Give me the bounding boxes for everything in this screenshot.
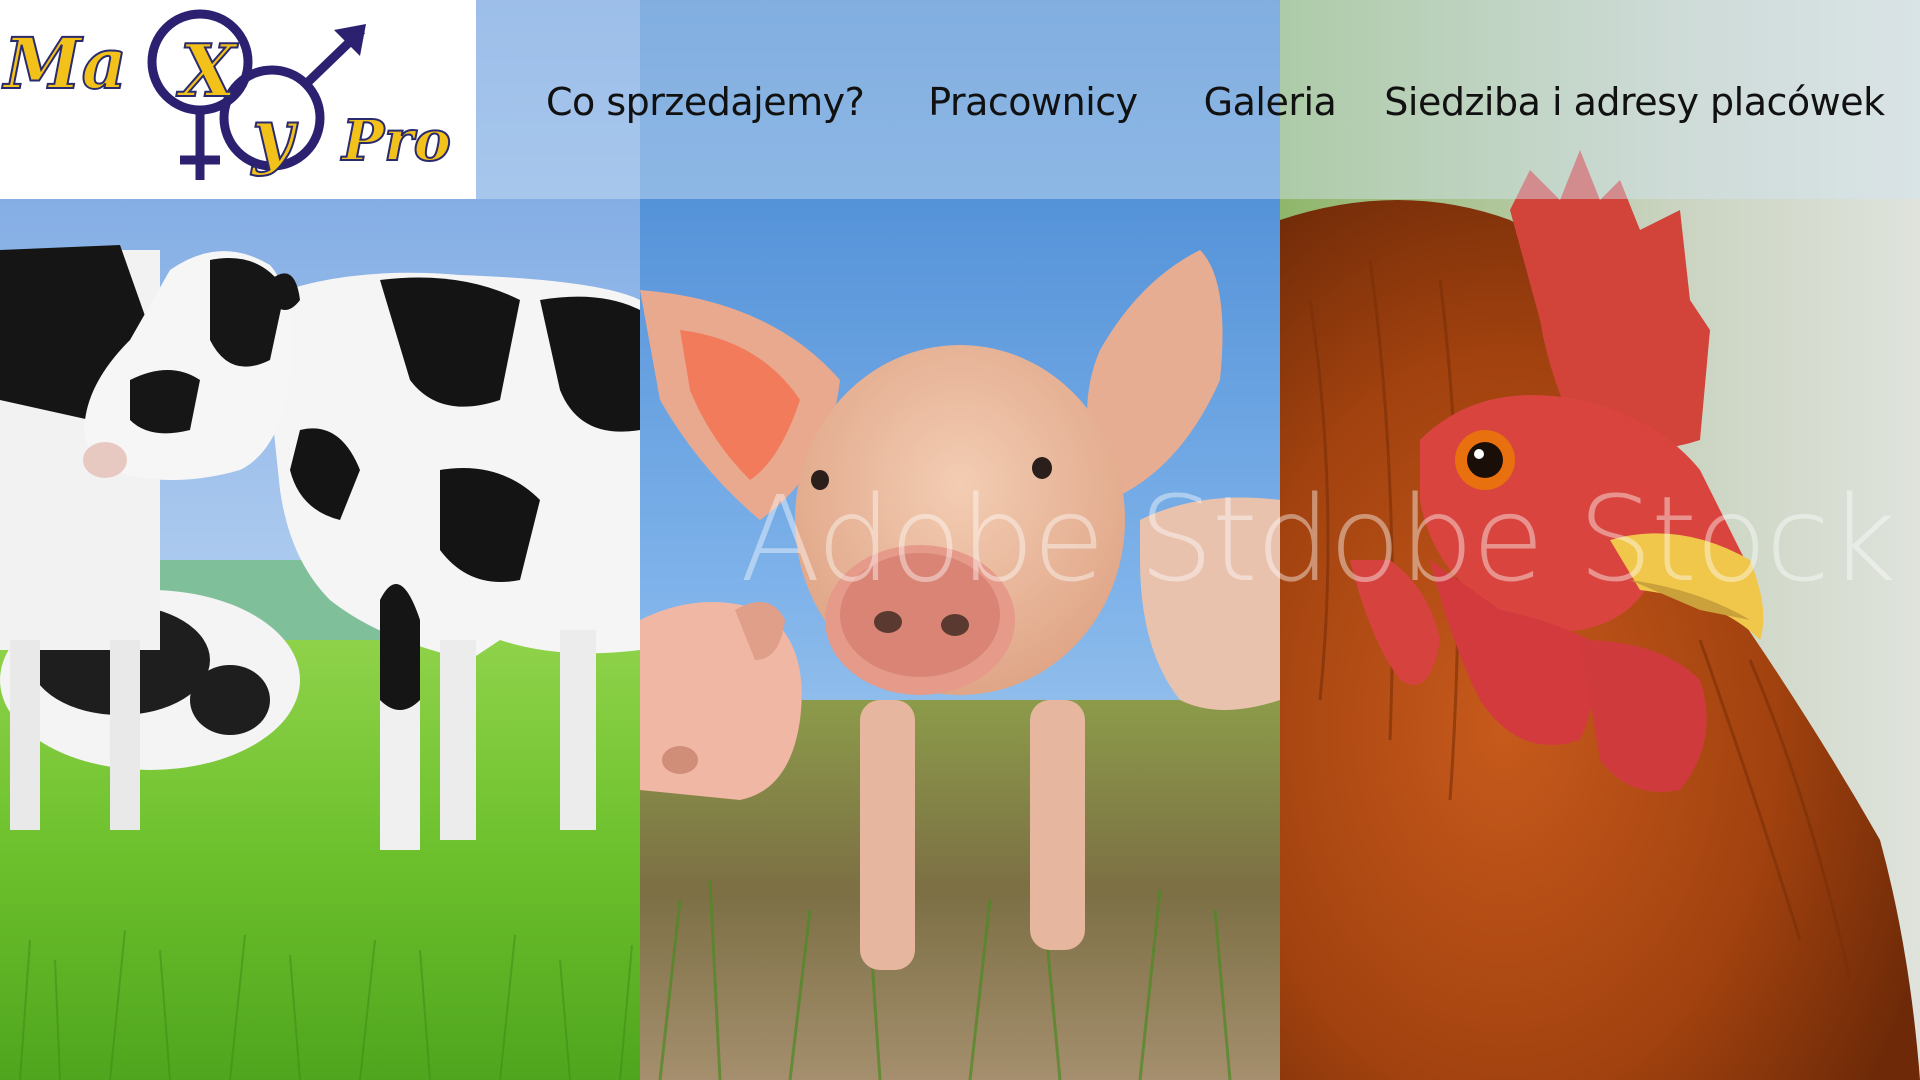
site-header: Ma X y Pro Co sprzedajemy? Pracownicy Ga… [0,0,1920,199]
nav-item-galeria[interactable]: Galeria [1204,80,1337,124]
page: Adobe Stdobe Stock Ma X y Pro Co sprzeda… [0,0,1920,1080]
logo-text-y: y [250,92,298,177]
nav-item-co-sprzedajemy[interactable]: Co sprzedajemy? [546,80,865,124]
site-logo[interactable]: Ma X y Pro [0,0,476,199]
logo-text-x: X [176,28,239,113]
stock-watermark: Adobe Stdobe Stock [740,470,1897,608]
nav-item-pracownicy[interactable]: Pracownicy [928,80,1138,124]
main-navigation: Co sprzedajemy? Pracownicy Galeria Siedz… [546,72,1885,132]
logo-text-pro: Pro [340,108,451,174]
nav-item-siedziba[interactable]: Siedziba i adresy placówek [1384,80,1885,124]
logo-text-ma: Ma [2,22,127,105]
